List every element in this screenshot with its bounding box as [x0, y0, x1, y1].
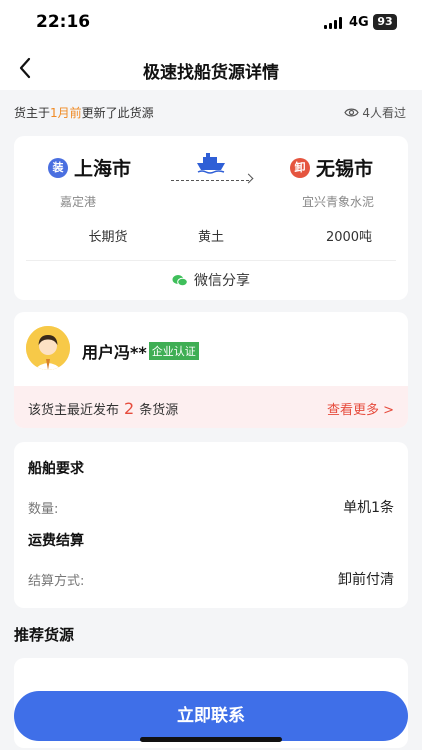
requirements-card: 船舶要求 数量: 单机1条 运费结算 结算方式: 卸前付清: [14, 442, 408, 608]
origin-city: 装 上海市: [48, 154, 131, 181]
origin-port: 嘉定港: [60, 195, 97, 209]
user-avatar-icon: [26, 326, 70, 370]
recent-count: 2: [124, 399, 135, 418]
ship-icon: [197, 153, 225, 174]
cargo-weight: 2000吨: [325, 230, 373, 245]
recent-posts: 该货主最近发布 2 条货源: [28, 399, 178, 418]
divider: [26, 260, 396, 261]
avatar: [26, 326, 70, 370]
route-dashed-line: [171, 180, 249, 181]
settlement-label: 结算方式:: [28, 574, 85, 589]
view-more-link[interactable]: 查看更多 >: [327, 399, 394, 418]
route-card: 装 上海市 嘉定港 卸 无锡市 宜兴青象水泥 长期货 黄土 2000吨 微信分享: [14, 136, 408, 300]
status-bar: 22:16 4G 93: [0, 0, 422, 46]
nav-bar: 极速找船货源详情: [0, 46, 422, 90]
owner-name-text: 用户冯**: [82, 343, 147, 362]
recommend-title: 推荐货源: [14, 626, 75, 644]
quantity-value: 单机1条: [343, 500, 394, 516]
destination-city-name: 无锡市: [316, 158, 374, 180]
destination-city: 卸 无锡市: [290, 154, 373, 181]
update-time: 1月前: [50, 106, 82, 120]
owner-recent-bar: 该货主最近发布 2 条货源 查看更多 >: [14, 386, 408, 428]
enterprise-cert-badge: 企业认证: [148, 342, 199, 360]
wechat-share-label: 微信分享: [194, 273, 250, 289]
contact-now-button[interactable]: 立即联系: [14, 691, 408, 741]
eye-icon: [344, 108, 360, 117]
quantity-label: 数量:: [28, 502, 59, 517]
unload-badge: 卸: [290, 157, 310, 178]
route-arrow-icon: [243, 173, 254, 184]
network-label: 4G: [349, 15, 369, 30]
wechat-icon: [172, 274, 188, 286]
home-indicator: [140, 737, 282, 742]
page-title: 极速找船货源详情: [143, 63, 279, 83]
freight-title: 运费结算: [28, 533, 84, 549]
status-time: 22:16: [36, 12, 91, 32]
origin-city-name: 上海市: [74, 158, 132, 180]
load-badge: 装: [48, 157, 68, 178]
cargo-term: 长期货: [88, 230, 128, 245]
wechat-share-button[interactable]: 微信分享: [14, 270, 408, 290]
owner-name: 用户冯** 企业认证: [82, 339, 199, 363]
viewer-count-label: 4人看过: [362, 106, 406, 120]
update-prefix: 货主于: [14, 106, 51, 120]
update-suffix: 更新了此货源: [81, 106, 154, 120]
update-info: 货主于1月前更新了此货源: [14, 104, 154, 121]
cargo-type: 黄土: [197, 230, 224, 245]
viewer-count: 4人看过: [344, 104, 406, 121]
destination-port: 宜兴青象水泥: [302, 195, 375, 209]
battery-icon: 93: [373, 14, 397, 30]
recent-prefix: 该货主最近发布: [28, 403, 120, 418]
owner-card: 用户冯** 企业认证 该货主最近发布 2 条货源 查看更多 >: [14, 312, 408, 428]
recent-suffix: 条货源: [139, 403, 179, 418]
settlement-value: 卸前付清: [338, 572, 394, 588]
signal-icon: [324, 17, 344, 29]
ship-requirements-title: 船舶要求: [28, 461, 84, 477]
